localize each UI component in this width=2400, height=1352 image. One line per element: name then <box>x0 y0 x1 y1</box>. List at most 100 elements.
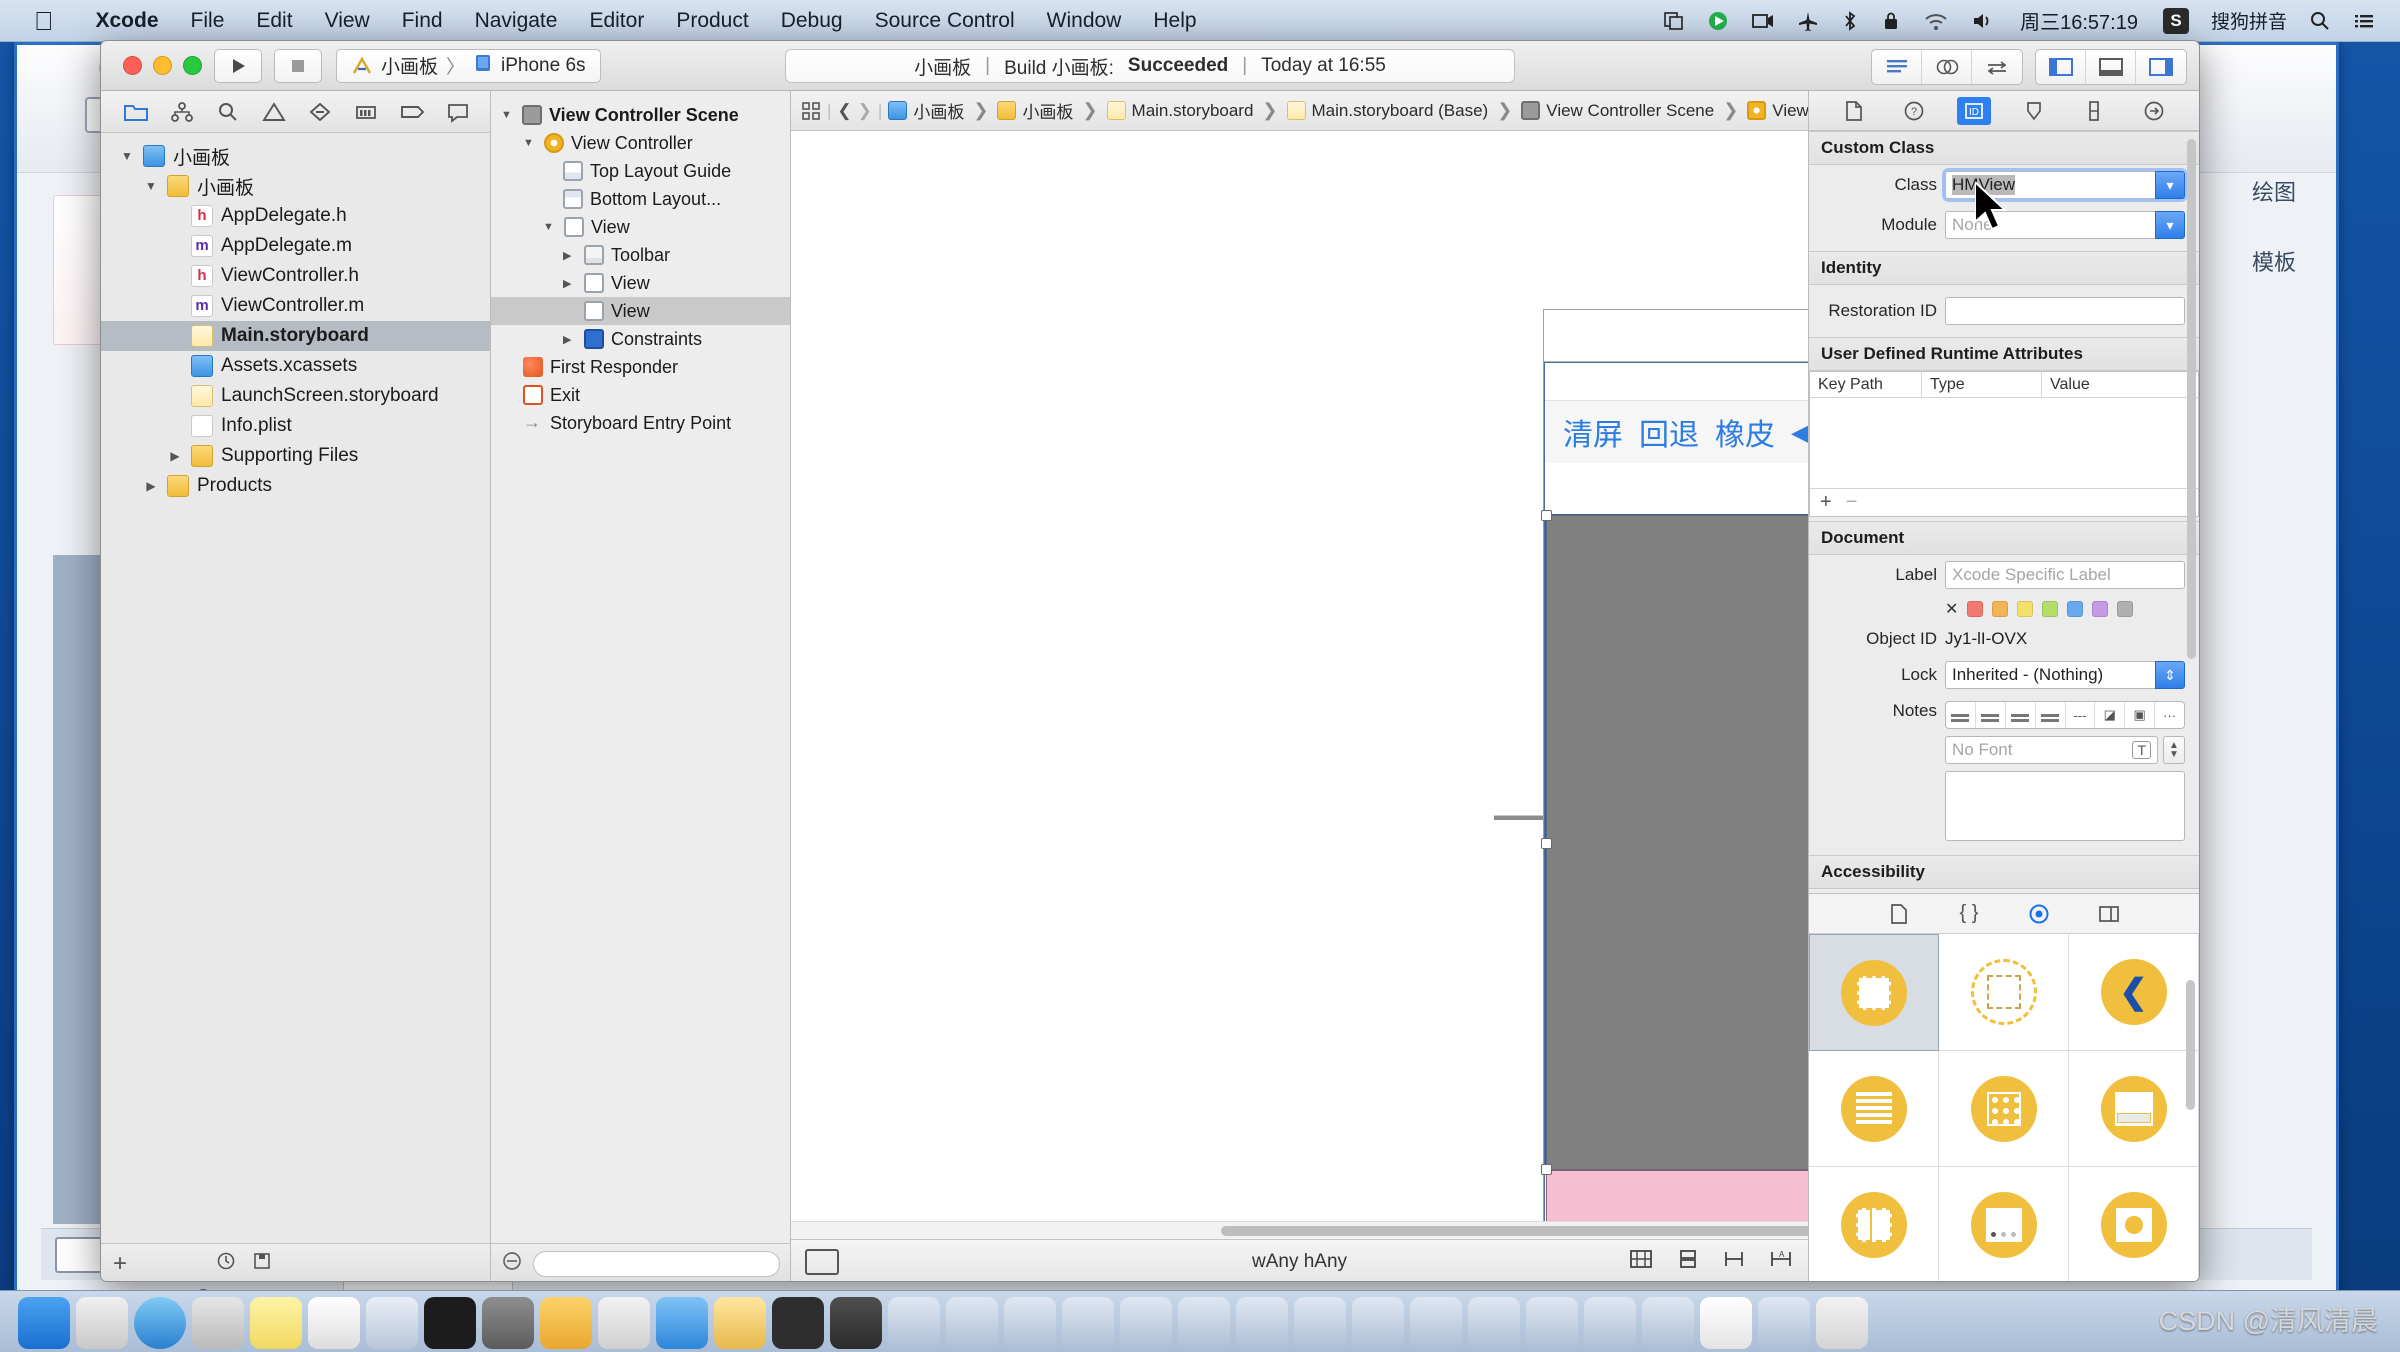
library-item-navigation-back[interactable]: ❮ <box>2069 934 2199 1051</box>
font-stepper[interactable]: ▲ ▼ <box>2163 736 2185 764</box>
align-justify-icon[interactable] <box>2036 702 2066 728</box>
panel-toggle-group[interactable] <box>2035 49 2187 85</box>
swatch-yellow[interactable] <box>2017 601 2034 617</box>
drawing-canvas-view-selected[interactable] <box>1541 510 1808 1175</box>
eraser-button[interactable]: 橡皮 <box>1715 410 1775 454</box>
editor-mode-group[interactable] <box>1871 49 2023 85</box>
breadcrumb-storyboard-base[interactable]: Main.storyboard (Base) ❯ <box>1286 100 1516 121</box>
library-item-collection-view[interactable] <box>1939 1051 2069 1167</box>
dock-sketch-icon[interactable] <box>540 1297 592 1349</box>
toggle-navigator-icon[interactable] <box>2036 50 2086 84</box>
library-panel[interactable]: { } ❮ <box>1809 893 2199 1281</box>
menu-item-window[interactable]: Window <box>1031 9 1138 33</box>
minimize-window-button[interactable] <box>153 56 172 75</box>
dock-vm-icon[interactable] <box>1004 1297 1056 1349</box>
size-class-label[interactable]: wAny hAny <box>1252 1251 1347 1273</box>
screen-record-icon[interactable] <box>1740 10 1786 32</box>
dock-quicktime-icon[interactable] <box>772 1297 824 1349</box>
column-value[interactable]: Value <box>2042 372 2198 397</box>
disclosure-triangle-icon[interactable]: ▶ <box>563 333 577 346</box>
outline-row-top-layout-guide[interactable]: Top Layout Guide <box>491 157 790 185</box>
filter-recent-icon[interactable] <box>216 1251 236 1276</box>
dock-book-icon[interactable] <box>1700 1297 1752 1349</box>
lock-icon[interactable] <box>1870 10 1912 32</box>
scheme-selector[interactable]: 小画板 〉 iPhone 6s <box>336 48 601 83</box>
find-navigator-icon[interactable] <box>205 91 251 133</box>
file-row-viewcontroller-m[interactable]: m ViewController.m <box>101 291 490 321</box>
breadcrumb-storyboard[interactable]: Main.storyboard ❯ <box>1106 100 1281 121</box>
resize-handle-middle-left[interactable] <box>1541 837 1552 849</box>
document-outline-panel[interactable]: ▼ View Controller Scene ▼ View Controlle… <box>491 91 791 1281</box>
editor-standard-icon[interactable] <box>1872 50 1922 84</box>
file-row-assets[interactable]: Assets.xcassets <box>101 351 490 381</box>
identity-inspector-icon[interactable]: ID <box>1957 96 1991 125</box>
disclosure-triangle-icon[interactable]: ▶ <box>167 449 183 463</box>
volume-icon[interactable] <box>1960 10 2006 32</box>
stop-button[interactable] <box>274 48 322 83</box>
text-color-icon[interactable]: ◪ <box>2095 702 2126 728</box>
dock-vm-icon[interactable] <box>946 1297 998 1349</box>
font-panel-icon[interactable]: T <box>2132 741 2151 759</box>
outline-row-first-responder[interactable]: First Responder <box>491 353 790 381</box>
dock-vm-icon[interactable] <box>1468 1297 1520 1349</box>
outline-row-entry-point[interactable]: → Storyboard Entry Point <box>491 409 790 437</box>
file-row-appdelegate-m[interactable]: m AppDelegate.m <box>101 231 490 261</box>
editor-version-icon[interactable] <box>1972 50 2022 84</box>
project-file-tree[interactable]: ▼ 小画板 ▼ 小画板 h AppDelegate.h m AppDelegat… <box>101 133 490 1243</box>
dock-finder-icon[interactable] <box>18 1297 70 1349</box>
connections-inspector-icon[interactable] <box>2137 97 2171 125</box>
symbol-navigator-icon[interactable] <box>159 91 205 133</box>
chevron-updown-icon[interactable]: ⇕ <box>2155 661 2185 689</box>
file-inspector-icon[interactable] <box>1837 97 1871 125</box>
menu-item-xcode[interactable]: Xcode <box>80 9 175 33</box>
size-inspector-icon[interactable] <box>2077 97 2111 125</box>
navigator-tab-bar[interactable] <box>101 91 490 133</box>
scene-dock[interactable] <box>1544 310 1808 362</box>
xcode-window[interactable]: 小画板 〉 iPhone 6s 小画板 | Build 小画板: Succeed… <box>100 40 2200 1282</box>
bluetooth-icon[interactable] <box>1830 10 1870 32</box>
canvas-status-bar[interactable]: wAny hAny A <box>791 1239 1808 1281</box>
breadcrumb-scene[interactable]: View Controller Scene ❯ <box>1521 100 1741 121</box>
file-row-main-storyboard[interactable]: Main.storyboard <box>101 321 490 351</box>
dock-keynote-icon[interactable] <box>598 1297 650 1349</box>
dock-photos-icon[interactable] <box>714 1297 766 1349</box>
jump-bar[interactable]: | ❮ ❯ | 小画板 ❯ 小画板 ❯ Main.storyboard ❯ Ma… <box>791 91 1808 131</box>
device-icon[interactable] <box>805 1248 839 1275</box>
chevron-down-icon[interactable]: ▾ <box>2155 211 2185 239</box>
canvas-horizontal-scrollbar[interactable] <box>791 1221 1808 1239</box>
align-center-icon[interactable] <box>1976 702 2006 728</box>
forward-icon[interactable]: ❯ <box>858 97 872 125</box>
menu-item-find[interactable]: Find <box>386 9 459 33</box>
dock-terminal-icon[interactable] <box>424 1297 476 1349</box>
interface-builder-canvas[interactable]: ⟶ 清屏 回退 橡皮 <box>791 131 1808 1239</box>
back-icon[interactable]: ❮ <box>837 97 851 125</box>
align-right-icon[interactable] <box>2006 702 2036 728</box>
dock-vm-icon[interactable] <box>1584 1297 1636 1349</box>
dock-settings-icon[interactable] <box>482 1297 534 1349</box>
table-footer-controls[interactable]: + − <box>1810 488 2198 516</box>
run-button[interactable] <box>214 48 262 83</box>
breakpoint-navigator-icon[interactable] <box>389 91 435 133</box>
file-row-group[interactable]: ▼ 小画板 <box>101 171 490 201</box>
related-items-icon[interactable] <box>801 97 821 125</box>
issue-navigator-icon[interactable] <box>251 91 297 133</box>
dock-vm-icon[interactable] <box>1062 1297 1114 1349</box>
dock-vm-icon[interactable] <box>1526 1297 1578 1349</box>
input-method-label[interactable]: 搜狗拼音 <box>2200 7 2298 34</box>
document-color-swatches[interactable]: ✕ <box>1809 599 2199 619</box>
font-field[interactable]: No Font T <box>1945 736 2158 764</box>
toggle-debug-area-icon[interactable] <box>2086 50 2136 84</box>
scrollbar-thumb[interactable] <box>1221 1226 1808 1236</box>
inspector-content[interactable]: Custom Class Class HMView ▾ Module None … <box>1809 131 2199 893</box>
disclosure-triangle-icon[interactable]: ▼ <box>543 221 557 233</box>
library-item-table-view[interactable] <box>1809 1051 1939 1167</box>
image-icon[interactable]: ▣ <box>2125 702 2156 728</box>
column-key-path[interactable]: Key Path <box>1810 372 1922 397</box>
swatch-green[interactable] <box>2042 601 2059 617</box>
app-toolbar[interactable]: 清屏 回退 橡皮 ◀••••••••••••••••••••••••••••••… <box>1545 401 1808 463</box>
outline-row-scene[interactable]: ▼ View Controller Scene <box>491 101 790 129</box>
mac-dock[interactable] <box>0 1290 2400 1352</box>
clear-screen-button[interactable]: 清屏 <box>1563 410 1623 454</box>
file-row-project[interactable]: ▼ 小画板 <box>101 141 490 171</box>
minus-icon[interactable]: − <box>1846 491 1858 514</box>
